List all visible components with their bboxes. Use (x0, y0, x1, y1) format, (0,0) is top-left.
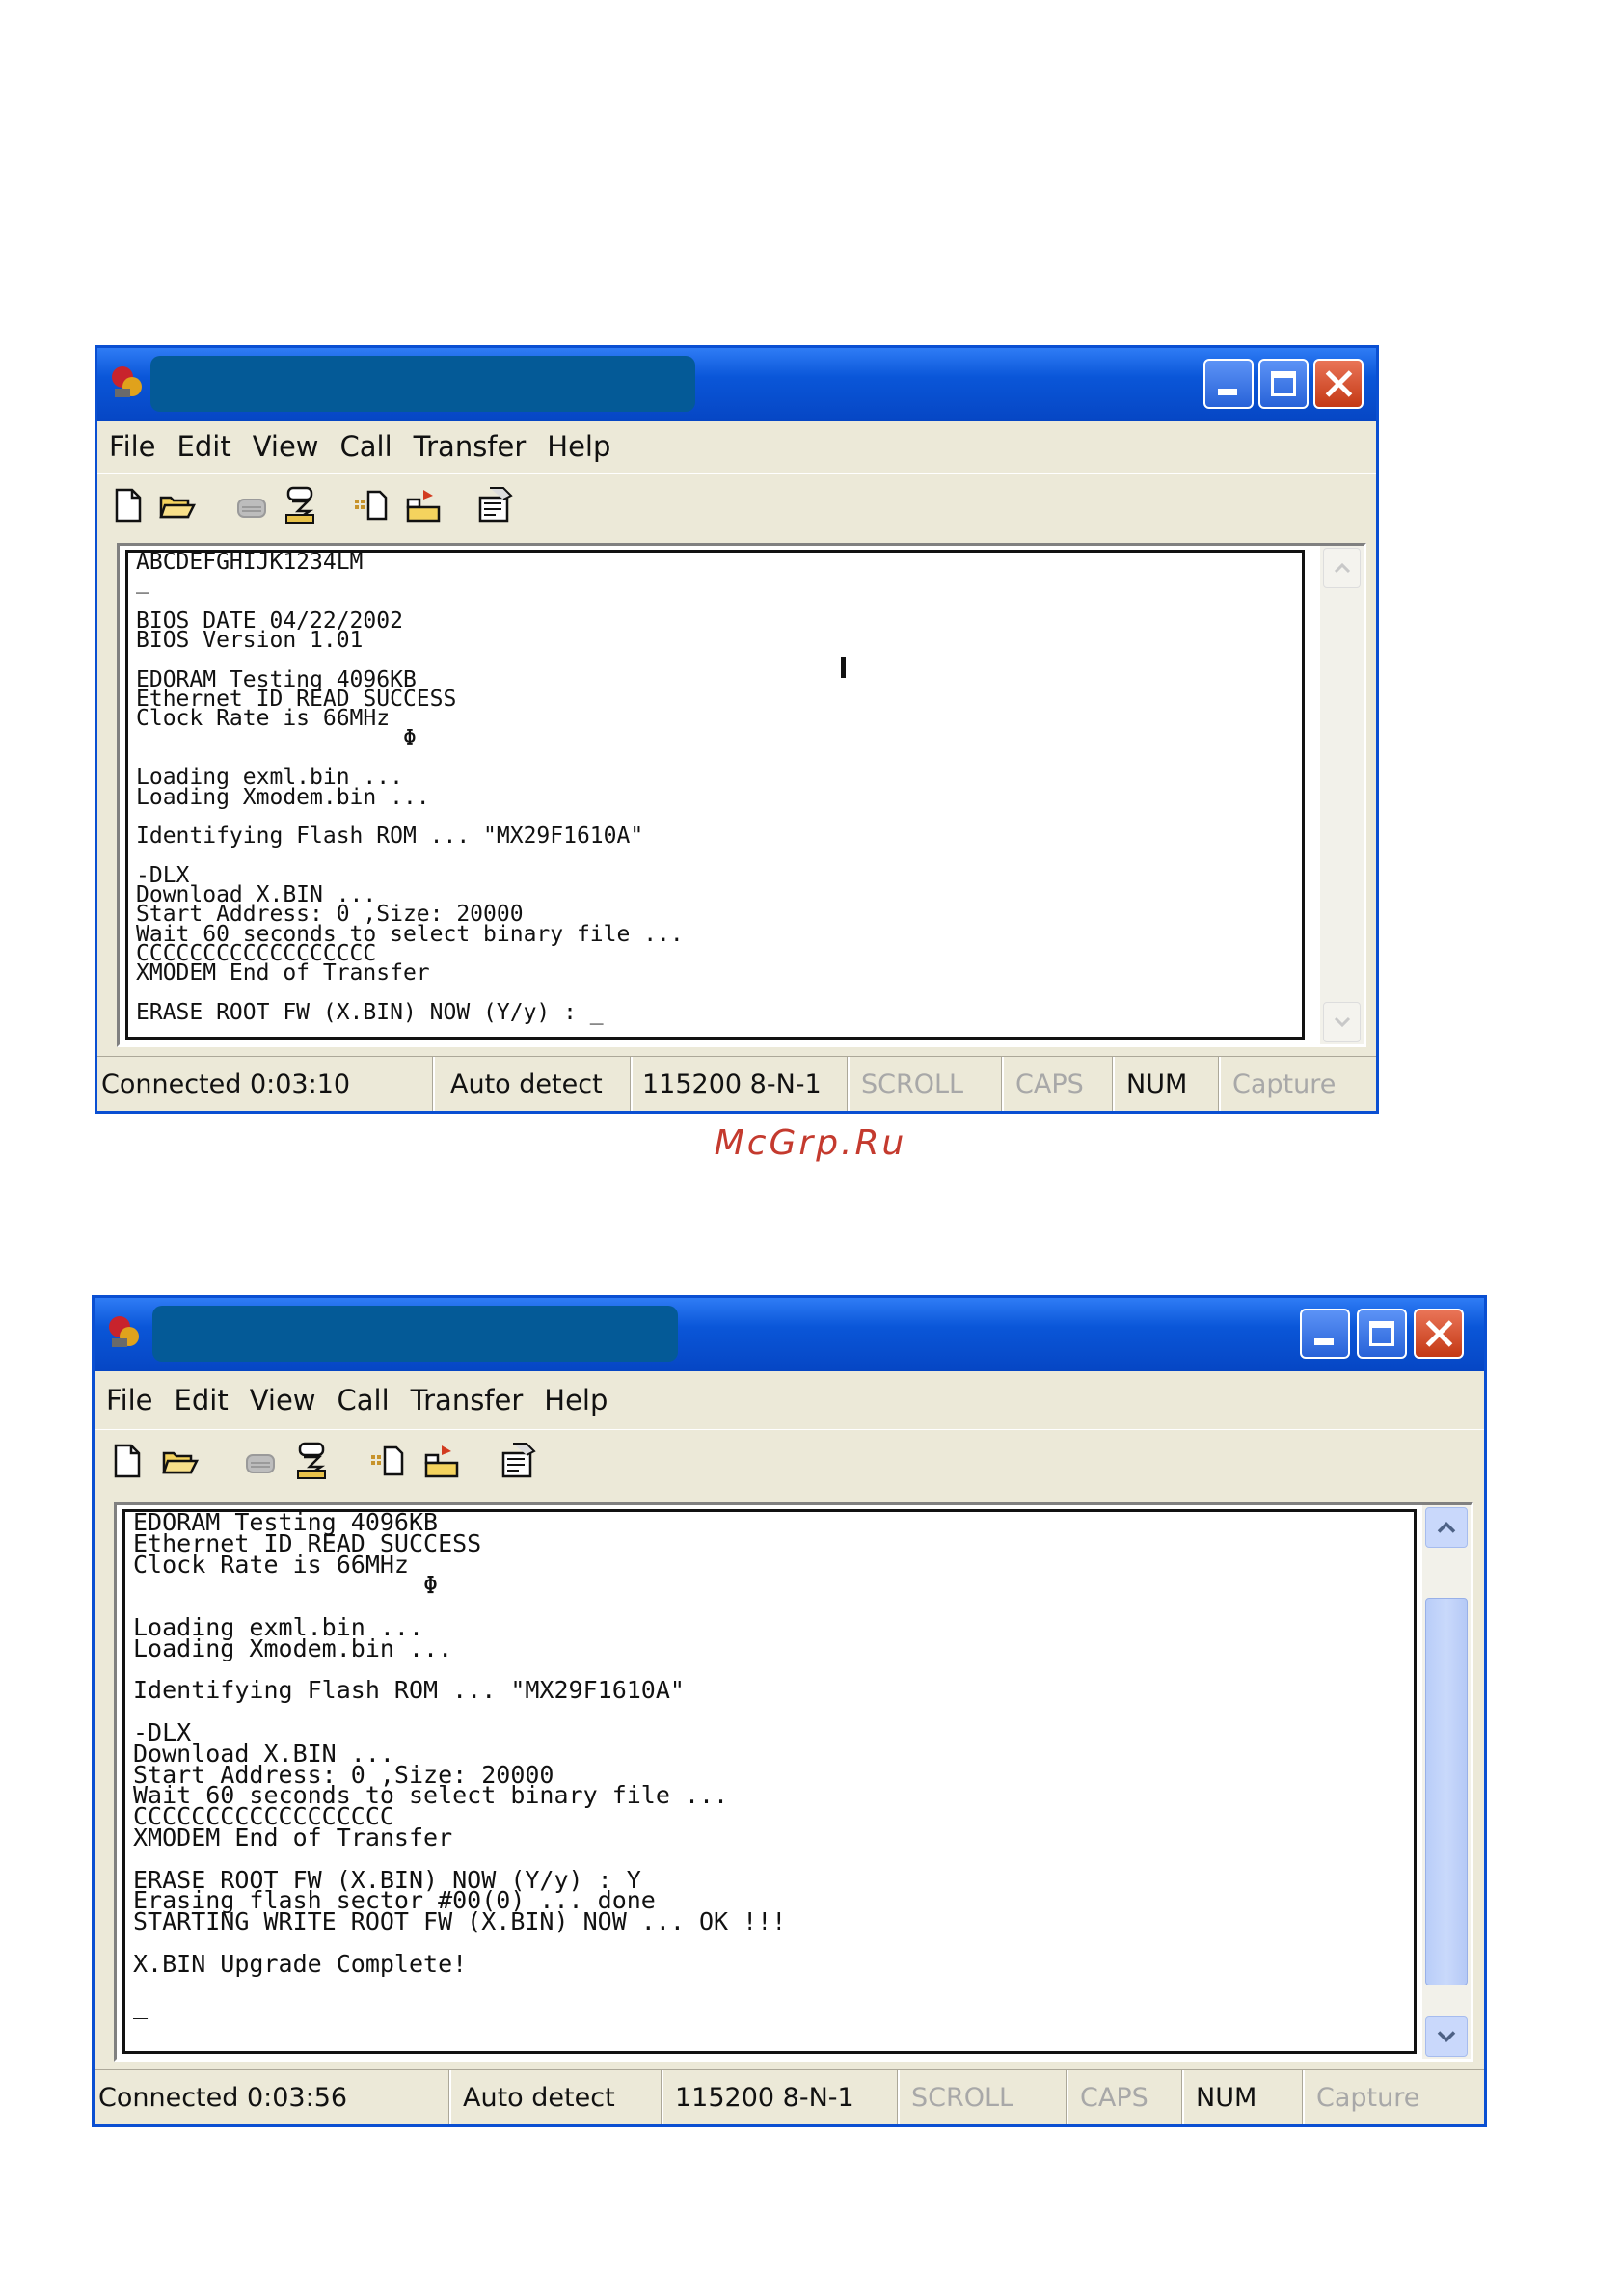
disconnect-phone-icon[interactable] (281, 486, 319, 525)
maximize-button[interactable] (1258, 359, 1309, 409)
terminal-area[interactable]: ABCDEFGHIJK1234LM _ BIOS DATE 04/22/2002… (117, 543, 1366, 1047)
status-num: NUM (1184, 2070, 1305, 2124)
scroll-thumb[interactable] (1425, 1597, 1468, 1985)
menu-file[interactable]: File (106, 1384, 153, 1417)
new-document-icon[interactable] (108, 1442, 147, 1480)
status-bar: Connected 0:03:56 Auto detect 115200 8-N… (95, 2069, 1484, 2124)
terminal-output[interactable]: ABCDEFGHIJK1234LM _ BIOS DATE 04/22/2002… (128, 551, 1302, 1023)
menu-transfer[interactable]: Transfer (411, 1384, 524, 1417)
status-capture: Capture (1232, 1068, 1337, 1099)
close-button[interactable] (1414, 1309, 1464, 1359)
send-file-icon[interactable] (353, 486, 392, 525)
terminal-screen[interactable]: ABCDEFGHIJK1234LM _ BIOS DATE 04/22/2002… (125, 550, 1305, 1040)
receive-file-icon[interactable] (404, 486, 443, 525)
title-bar[interactable] (97, 348, 1376, 421)
scroll-up-button[interactable] (1323, 548, 1361, 588)
window-title-redacted (152, 1306, 678, 1362)
menu-view[interactable]: View (253, 430, 319, 463)
chevron-up-icon (1437, 1522, 1456, 1533)
status-auto-detect: Auto detect (435, 1057, 633, 1111)
status-auto-detect: Auto detect (451, 2070, 663, 2124)
menu-help[interactable]: Help (547, 430, 610, 463)
hyperterminal-window-1: File Edit View Call Transfer Help ABCDEF… (95, 345, 1379, 1114)
scroll-down-button[interactable] (1425, 2016, 1468, 2057)
status-connected: Connected 0:03:56 (95, 2070, 451, 2124)
chevron-down-icon (1334, 1016, 1350, 1028)
scroll-up-button[interactable] (1425, 1507, 1468, 1548)
menu-edit[interactable]: Edit (177, 430, 231, 463)
watermark-text: McGrp.Ru (714, 1123, 907, 1163)
menu-call[interactable]: Call (338, 1384, 390, 1417)
status-port-settings: 115200 8-N-1 (663, 2070, 900, 2124)
status-caps: CAPS (1068, 2070, 1184, 2124)
terminal-screen[interactable]: EDORAM Testing 4096KB Ethernet ID READ S… (122, 1509, 1417, 2054)
status-caps: CAPS (1004, 1057, 1115, 1111)
hyperterminal-app-icon[interactable] (105, 362, 148, 404)
maximize-button[interactable] (1357, 1309, 1407, 1359)
menu-bar: File Edit View Call Transfer Help (97, 421, 1376, 472)
send-file-icon[interactable] (369, 1442, 408, 1480)
terminal-output[interactable]: EDORAM Testing 4096KB Ethernet ID READ S… (125, 1510, 1414, 2017)
menu-edit[interactable]: Edit (175, 1384, 229, 1417)
hyperterminal-app-icon[interactable] (102, 1311, 145, 1354)
status-capture: Capture (1316, 2082, 1420, 2113)
status-num: NUM (1115, 1057, 1221, 1111)
receive-file-icon[interactable] (422, 1442, 461, 1480)
window-title-redacted (150, 356, 695, 412)
minimize-button[interactable] (1300, 1309, 1350, 1359)
menu-file[interactable]: File (109, 430, 156, 463)
menu-call[interactable]: Call (340, 430, 392, 463)
open-folder-icon[interactable] (160, 1442, 199, 1480)
title-bar[interactable] (95, 1298, 1484, 1371)
status-port-settings: 115200 8-N-1 (633, 1057, 850, 1111)
minimize-button[interactable] (1203, 359, 1254, 409)
toolbar (97, 473, 1376, 538)
new-document-icon[interactable] (109, 486, 148, 525)
properties-icon[interactable] (476, 486, 515, 525)
menu-transfer[interactable]: Transfer (414, 430, 527, 463)
chevron-down-icon (1437, 2031, 1456, 2042)
status-scroll: SCROLL (900, 2070, 1068, 2124)
menu-bar: File Edit View Call Transfer Help (95, 1375, 1484, 1425)
text-cursor-icon (841, 657, 846, 678)
scroll-down-button[interactable] (1323, 1002, 1361, 1042)
status-bar: Connected 0:03:10 Auto detect 115200 8-N… (97, 1056, 1376, 1111)
terminal-area[interactable]: EDORAM Testing 4096KB Ethernet ID READ S… (114, 1502, 1473, 2062)
toolbar (95, 1429, 1484, 1494)
menu-help[interactable]: Help (544, 1384, 608, 1417)
menu-view[interactable]: View (250, 1384, 316, 1417)
open-folder-icon[interactable] (157, 486, 196, 525)
properties-icon[interactable] (500, 1442, 538, 1480)
status-connected: Connected 0:03:10 (97, 1057, 435, 1111)
connect-phone-icon (237, 499, 266, 518)
vertical-scrollbar[interactable] (1422, 1505, 1471, 2059)
hyperterminal-window-2: File Edit View Call Transfer Help EDORAM… (92, 1295, 1487, 2127)
connect-phone-icon (246, 1454, 275, 1473)
disconnect-phone-icon[interactable] (292, 1442, 331, 1480)
vertical-scrollbar[interactable] (1320, 546, 1364, 1044)
status-scroll: SCROLL (850, 1057, 1004, 1111)
chevron-up-icon (1334, 562, 1350, 574)
close-button[interactable] (1313, 359, 1364, 409)
